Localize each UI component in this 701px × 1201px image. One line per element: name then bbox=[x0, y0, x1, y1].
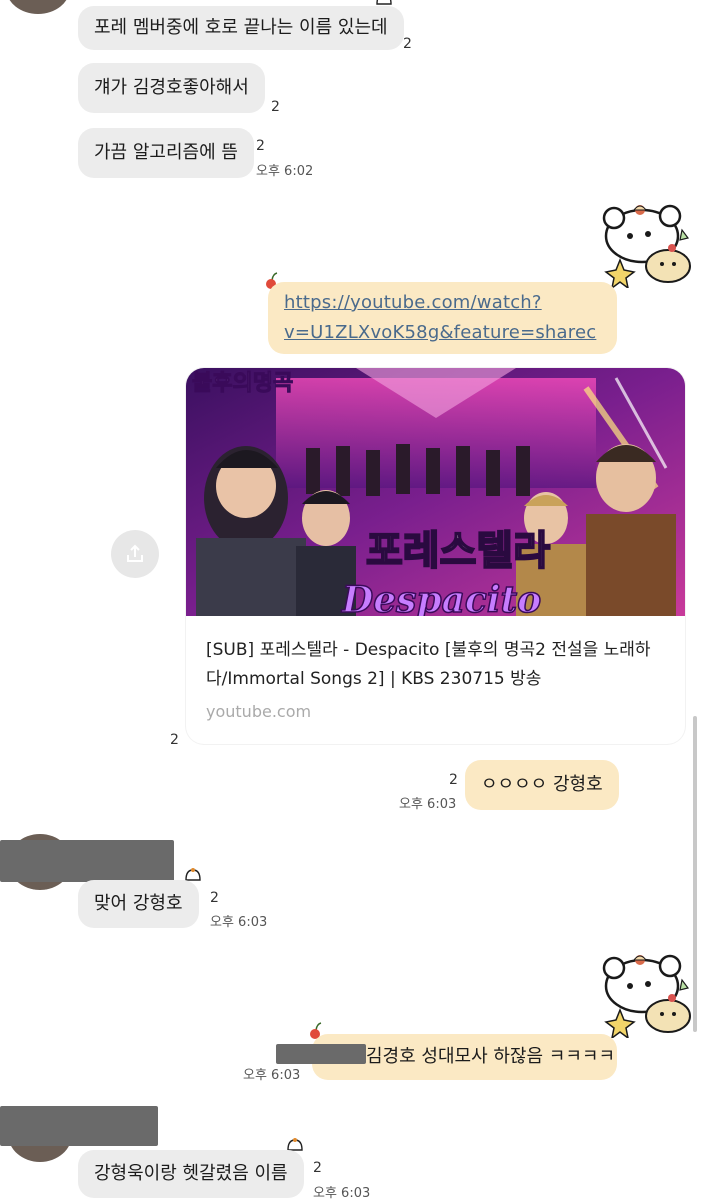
timestamp: 오후 6:03 bbox=[243, 1068, 301, 1083]
message-text: 걔가 김경호좋아해서 bbox=[94, 77, 249, 98]
message-text: 맞어 강형호 bbox=[94, 893, 183, 914]
preview-title[interactable]: [SUB] 포레스텔라 - Despacito [불후의 명곡2 전설을 노래하… bbox=[206, 636, 670, 694]
share-icon bbox=[127, 544, 143, 562]
message-bubble[interactable]: 강형욱이랑 헷갈렸음 이름 bbox=[78, 1150, 304, 1198]
video-thumbnail[interactable]: 불후의명곡 포레스텔라 Despacito bbox=[186, 368, 685, 616]
thumbnail-logo: 불후의명곡 bbox=[192, 371, 293, 396]
message-text: 포레 멤버중에 호로 끝나는 이름 있는데 bbox=[94, 17, 388, 38]
thumbnail-song-title: Despacito bbox=[341, 579, 541, 616]
timestamp: 오후 6:02 bbox=[256, 164, 314, 179]
link-preview-card[interactable]: 불후의명곡 포레스텔라 Despacito [SUB] 포레스텔라 - Desp… bbox=[186, 368, 685, 744]
thumbnail-group-name: 포레스텔라 bbox=[366, 528, 550, 574]
bear-cat-sticker-icon[interactable] bbox=[598, 200, 698, 290]
redacted-text bbox=[276, 1044, 366, 1064]
unread-count: 2 bbox=[449, 772, 458, 788]
message-text: 가끔 알고리즘에 뜸 bbox=[94, 142, 238, 163]
timestamp: 오후 6:03 bbox=[313, 1186, 371, 1201]
message-bubble[interactable]: 걔가 김경호좋아해서 bbox=[78, 63, 265, 113]
unread-count: 2 bbox=[403, 36, 412, 52]
message-bubble[interactable]: 맞어 강형호 bbox=[78, 880, 199, 928]
message-bubble[interactable]: 가끔 알고리즘에 뜸 bbox=[78, 128, 254, 178]
message-bubble[interactable]: 포레 멤버중에 호로 끝나는 이름 있는데 bbox=[78, 6, 404, 50]
timestamp: 오후 6:03 bbox=[210, 915, 268, 930]
unread-count: 2 bbox=[210, 890, 219, 906]
timestamp: 오후 6:03 bbox=[399, 797, 457, 812]
preview-site: youtube.com bbox=[206, 702, 312, 721]
unread-count: 2 bbox=[256, 138, 265, 154]
link-message-bubble[interactable]: https://youtube.com/watch? v=U1ZLXvoK58g… bbox=[268, 282, 617, 354]
unread-count: 2 bbox=[313, 1160, 322, 1176]
redacted-name bbox=[0, 1106, 158, 1146]
message-text: 김경호 성대모사 하잖음 ㅋㅋㅋㅋ bbox=[366, 1046, 616, 1067]
avatar[interactable] bbox=[6, 0, 70, 14]
message-text: ㅇㅇㅇㅇ 강형호 bbox=[481, 774, 603, 795]
unread-count: 2 bbox=[271, 99, 280, 115]
unread-count: 2 bbox=[170, 732, 179, 748]
message-text: 강형욱이랑 헷갈렸음 이름 bbox=[94, 1163, 288, 1184]
share-button[interactable] bbox=[111, 530, 159, 578]
message-bubble[interactable]: ㅇㅇㅇㅇ 강형호 bbox=[465, 760, 619, 810]
redacted-name bbox=[0, 840, 174, 882]
link-text-line1[interactable]: https://youtube.com/watch? bbox=[284, 288, 601, 318]
link-text-line2[interactable]: v=U1ZLXvoK58g&feature=sharec bbox=[284, 318, 601, 348]
bear-cat-sticker-icon[interactable] bbox=[598, 950, 698, 1040]
